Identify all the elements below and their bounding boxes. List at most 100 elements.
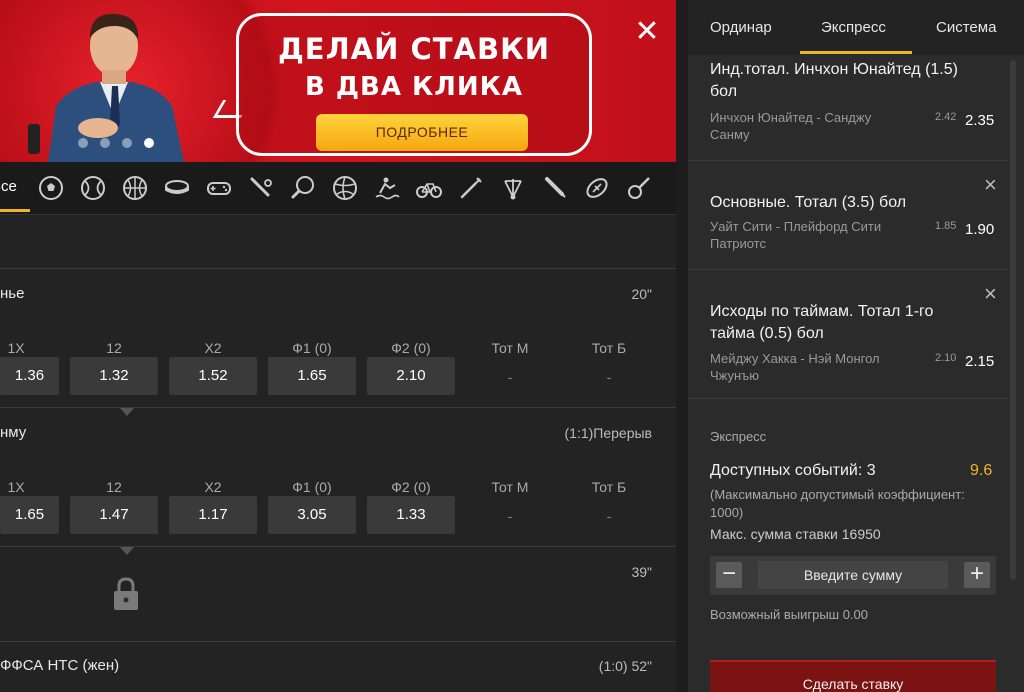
available-events: Доступных событий: 3 [710, 462, 876, 479]
col-x2: X2 [204, 479, 222, 495]
new-odd: 2.35 [965, 112, 995, 129]
bet-item: Инд.тотал. Инчхон Юнайтед (1.5) бол Инчх… [688, 55, 1008, 161]
express-section-label: Экспресс [710, 429, 767, 444]
plus-button[interactable]: + [964, 562, 990, 588]
max-stake: Макс. сумма ставки 16950 [710, 526, 881, 542]
col-12: 12 [106, 479, 122, 495]
odd-empty: - [507, 508, 513, 524]
table-tennis-icon[interactable] [290, 175, 316, 201]
carousel-dot[interactable] [78, 138, 88, 148]
bet-item: × Основные. Тотал (3.5) бол Уайт Сити - … [688, 161, 1008, 270]
col-tot-b: Тот Б [591, 479, 627, 495]
new-odd: 2.15 [965, 353, 995, 370]
odd-button[interactable]: 1.36 [0, 357, 59, 395]
basketball-icon[interactable] [122, 175, 148, 201]
match-status: 39" [631, 564, 652, 580]
water-sport-icon[interactable] [374, 175, 400, 201]
odd-button[interactable]: 3.05 [268, 496, 356, 534]
col-f2: Ф2 (0) [391, 340, 431, 356]
total-coefficient: 9.6 [970, 462, 993, 479]
volleyball-icon[interactable] [332, 175, 358, 201]
tab-single[interactable]: Ординар [710, 19, 772, 36]
tab-system[interactable]: Система [936, 19, 996, 36]
badminton-icon[interactable] [500, 175, 526, 201]
bet-title: Основные. Тотал (3.5) бол [710, 194, 907, 211]
match-title[interactable]: нму [0, 424, 26, 441]
col-tot-m: Тот М [491, 340, 529, 356]
odd-button[interactable]: 1.65 [0, 496, 59, 534]
divider [0, 268, 676, 269]
baseball-icon[interactable] [248, 175, 274, 201]
active-sport-underline [0, 209, 30, 212]
match-title[interactable]: ФФСА НТС (жен) [0, 657, 119, 674]
old-odd: 2.42 [935, 111, 957, 123]
old-odd: 2.10 [935, 352, 957, 364]
match-title[interactable]: нье [0, 285, 24, 302]
max-coefficient-note: (Максимально допустимый коэффициент: 100… [710, 487, 965, 520]
promo-more-button[interactable]: ПОДРОБНЕЕ [316, 114, 528, 151]
odd-button[interactable]: 2.10 [367, 357, 455, 395]
soccer-icon[interactable] [38, 175, 64, 201]
promo-headline-2: В ДВА КЛИКА [305, 72, 523, 102]
col-1x: 1X [7, 479, 25, 495]
lock-icon [114, 577, 138, 610]
carousel-dot-active[interactable] [144, 138, 154, 148]
expand-caret-icon[interactable] [120, 408, 134, 416]
hockey-icon[interactable] [164, 175, 190, 201]
divider [0, 546, 676, 547]
minus-button[interactable]: − [716, 562, 742, 588]
bet-teams: Инчхон Юнайтед - Санджу Санму [710, 110, 872, 142]
odd-button[interactable]: 1.52 [169, 357, 257, 395]
close-icon[interactable]: × [984, 174, 997, 196]
tennis-icon[interactable] [80, 175, 106, 201]
cricket-icon[interactable] [542, 175, 568, 201]
rugby-icon[interactable] [584, 175, 610, 201]
odd-empty: - [507, 369, 513, 385]
close-icon[interactable]: × [984, 283, 997, 305]
carousel-dot[interactable] [122, 138, 132, 148]
col-f1: Ф1 (0) [292, 340, 332, 356]
stake-input[interactable]: Введите сумму [758, 561, 948, 589]
bet-title: Инд.тотал. Инчхон Юнайтед (1.5) бол [710, 61, 958, 100]
cycling-icon[interactable] [416, 175, 442, 201]
scrollbar[interactable] [1010, 60, 1016, 580]
odd-empty: - [606, 369, 612, 385]
col-12: 12 [106, 340, 122, 356]
close-icon[interactable]: ✕ [633, 17, 661, 47]
old-odd: 1.85 [935, 220, 957, 232]
promo-banner[interactable]: ДЕЛАЙ СТАВКИ В ДВА КЛИКА ПОДРОБНЕЕ ✕ [0, 0, 676, 162]
match-status: 20" [631, 286, 652, 302]
bet-teams: Уайт Сити - Плейфорд Сити Патриотс [710, 219, 882, 251]
possible-win: Возможный выигрыш 0.00 [710, 607, 868, 622]
match-status: (1:0) 52" [598, 658, 652, 674]
darts-icon[interactable] [458, 175, 484, 201]
odd-button[interactable]: 1.32 [70, 357, 158, 395]
divider [0, 641, 676, 642]
new-odd: 1.90 [965, 221, 995, 238]
odd-button[interactable]: 1.47 [70, 496, 158, 534]
carousel-dots [78, 138, 154, 148]
tab-express[interactable]: Экспресс [821, 19, 886, 36]
sports-filter-bar: Все [0, 162, 676, 215]
odd-empty: - [606, 508, 612, 524]
events-panel: ДЕЛАЙ СТАВКИ В ДВА КЛИКА ПОДРОБНЕЕ ✕ Все [0, 0, 676, 692]
stake-stepper: − Введите сумму + [710, 556, 996, 595]
carousel-dot[interactable] [100, 138, 110, 148]
col-tot-b: Тот Б [591, 340, 627, 356]
place-bet-button[interactable]: Сделать ставку [710, 660, 996, 692]
promo-headline-1: ДЕЛАЙ СТАВКИ [277, 32, 551, 66]
betslip-panel: Ординар Экспресс Система Инд.тотал. Инчх… [688, 0, 1024, 692]
col-x2: X2 [204, 340, 222, 356]
active-tab-underline [800, 51, 912, 54]
racket-icon[interactable] [626, 175, 652, 201]
esports-icon[interactable] [206, 175, 232, 201]
odd-button[interactable]: 1.17 [169, 496, 257, 534]
col-1x: 1X [7, 340, 25, 356]
col-tot-m: Тот М [491, 479, 529, 495]
bet-item: × Исходы по таймам. Тотал 1-го тайма (0.… [688, 270, 1008, 399]
odd-button[interactable]: 1.33 [367, 496, 455, 534]
sport-all-tab[interactable]: Все [0, 178, 17, 195]
odd-button[interactable]: 1.65 [268, 357, 356, 395]
col-f2: Ф2 (0) [391, 479, 431, 495]
expand-caret-icon[interactable] [120, 547, 134, 555]
